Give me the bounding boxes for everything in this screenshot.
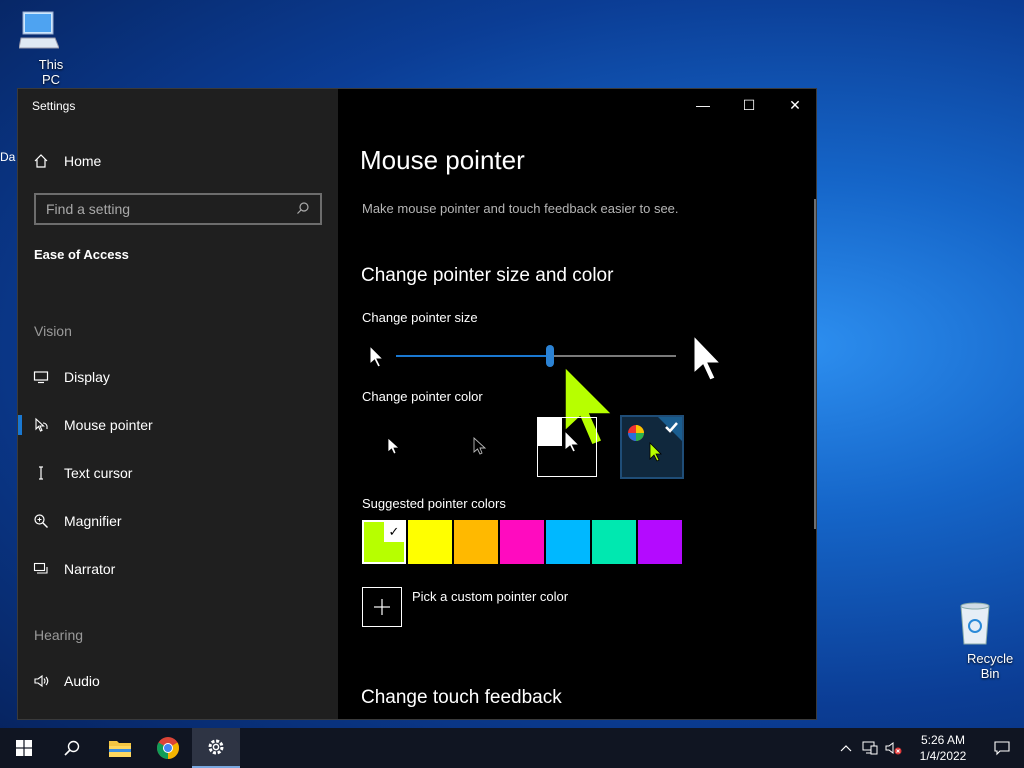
start-icon xyxy=(16,740,32,756)
system-tray: 5:26 AM 1/4/2022 xyxy=(834,728,1024,768)
window-title: Settings xyxy=(32,99,76,113)
sidebar-item-label: Mouse pointer xyxy=(64,417,153,433)
section-heading-touch: Change touch feedback xyxy=(361,687,562,708)
small-pointer-icon xyxy=(369,345,385,368)
desktop-partial-label: Da xyxy=(0,150,16,164)
taskbar: 5:26 AM 1/4/2022 xyxy=(0,728,1024,768)
color-swatch[interactable] xyxy=(454,520,498,564)
search-button[interactable] xyxy=(48,728,96,768)
group-title-vision: Vision xyxy=(34,323,72,339)
checkmark-icon: ✓ xyxy=(384,522,404,542)
chrome-icon xyxy=(157,737,179,759)
color-swatch[interactable] xyxy=(408,520,452,564)
suggested-color-swatches: ✓ xyxy=(362,520,684,564)
recycle-bin-label: Recycle Bin xyxy=(967,651,1014,681)
speaker-icon xyxy=(18,673,64,689)
monitor-icon xyxy=(18,369,64,385)
clock-date: 1/4/2022 xyxy=(919,749,967,763)
sidebar-item-mouse-pointer[interactable]: Mouse pointer xyxy=(18,405,338,445)
pointer-size-slider-thumb[interactable] xyxy=(546,345,554,367)
chrome-button[interactable] xyxy=(144,728,192,768)
color-swatch[interactable] xyxy=(500,520,544,564)
color-swatch[interactable] xyxy=(546,520,590,564)
pointer-color-white[interactable] xyxy=(362,415,426,479)
color-swatch[interactable] xyxy=(592,520,636,564)
add-custom-color-button[interactable] xyxy=(362,587,402,627)
sidebar-item-magnifier[interactable]: Magnifier xyxy=(18,501,338,541)
this-pc-label: This PC xyxy=(38,57,64,87)
chevron-up-icon xyxy=(840,745,852,752)
magnifier-icon xyxy=(18,513,64,529)
sidebar-item-text-cursor[interactable]: Text cursor xyxy=(18,453,338,493)
pointer-color-custom[interactable] xyxy=(620,415,684,479)
home-icon xyxy=(18,153,64,169)
recycle-bin-icon xyxy=(960,602,990,645)
volume-muted-icon xyxy=(885,742,902,755)
search-box[interactable] xyxy=(34,193,322,225)
search-icon[interactable] xyxy=(296,201,310,218)
inverted-pointer-icon xyxy=(564,430,581,453)
large-pointer-icon xyxy=(693,335,722,381)
inverted-preview xyxy=(537,417,597,477)
section-heading-pointer: Change pointer size and color xyxy=(361,265,614,286)
suggested-colors-label: Suggested pointer colors xyxy=(362,496,506,511)
minimize-button[interactable]: — xyxy=(680,89,726,121)
search-input[interactable] xyxy=(46,201,286,217)
white-pointer-icon xyxy=(387,437,401,455)
desktop-icon-this-pc[interactable]: This PC xyxy=(7,8,71,87)
sidebar-item-label: Magnifier xyxy=(64,513,122,529)
color-swatch[interactable]: ✓ xyxy=(362,520,406,564)
pointer-size-label: Change pointer size xyxy=(362,310,478,325)
window-controls: — ☐ ✕ xyxy=(680,89,816,121)
mouse-pointer-icon xyxy=(18,417,64,433)
sidebar-item-label: Display xyxy=(64,369,110,385)
settings-icon xyxy=(208,739,224,755)
page-description: Make mouse pointer and touch feedback ea… xyxy=(362,201,679,216)
text-cursor-icon xyxy=(18,465,64,481)
sidebar-item-audio[interactable]: Audio xyxy=(18,661,338,701)
color-swatch[interactable] xyxy=(638,520,682,564)
sidebar: Settings Home Ease of Access Vision Disp… xyxy=(18,89,338,719)
start-button[interactable] xyxy=(0,728,48,768)
pointer-color-inverted[interactable] xyxy=(535,415,599,479)
computer-icon xyxy=(18,11,60,49)
pointer-size-slider-fill xyxy=(396,355,550,357)
action-center-button[interactable] xyxy=(980,728,1024,768)
show-hidden-icons-button[interactable] xyxy=(834,728,858,768)
sidebar-item-label: Home xyxy=(64,153,102,169)
desktop-icon-recycle-bin[interactable]: Recycle Bin xyxy=(943,600,1013,681)
pointer-color-black[interactable] xyxy=(448,415,512,479)
search-icon xyxy=(64,740,80,756)
sidebar-item-label: Narrator xyxy=(64,561,116,577)
black-pointer-icon xyxy=(473,437,487,455)
page-title: Mouse pointer xyxy=(360,145,525,175)
clock[interactable]: 5:26 AM 1/4/2022 xyxy=(912,732,974,764)
custom-color-preview xyxy=(628,417,682,462)
maximize-button[interactable]: ☐ xyxy=(726,89,772,121)
sidebar-item-home[interactable]: Home xyxy=(18,141,338,181)
section-title: Ease of Access xyxy=(34,247,129,262)
close-button[interactable]: ✕ xyxy=(772,89,816,121)
sidebar-item-narrator[interactable]: Narrator xyxy=(18,549,338,589)
sidebar-item-label: Text cursor xyxy=(64,465,133,481)
clock-time: 5:26 AM xyxy=(920,733,966,747)
plus-icon xyxy=(374,599,390,615)
file-explorer-button[interactable] xyxy=(96,728,144,768)
file-explorer-icon xyxy=(109,741,131,757)
scrollbar[interactable] xyxy=(814,199,816,529)
pointer-color-label: Change pointer color xyxy=(362,389,483,404)
notification-icon xyxy=(994,741,1010,756)
network-icon xyxy=(862,741,878,755)
custom-color-label[interactable]: Pick a custom pointer color xyxy=(412,589,568,604)
main-content: — ☐ ✕ Mouse pointer Make mouse pointer a… xyxy=(338,89,816,719)
settings-window: Settings Home Ease of Access Vision Disp… xyxy=(17,88,817,720)
sidebar-item-label: Audio xyxy=(64,673,100,689)
settings-taskbar-button[interactable] xyxy=(192,728,240,768)
sidebar-item-display[interactable]: Display xyxy=(18,357,338,397)
narrator-icon xyxy=(18,561,64,577)
volume-button[interactable] xyxy=(882,728,906,768)
network-button[interactable] xyxy=(858,728,882,768)
group-title-hearing: Hearing xyxy=(34,627,84,643)
